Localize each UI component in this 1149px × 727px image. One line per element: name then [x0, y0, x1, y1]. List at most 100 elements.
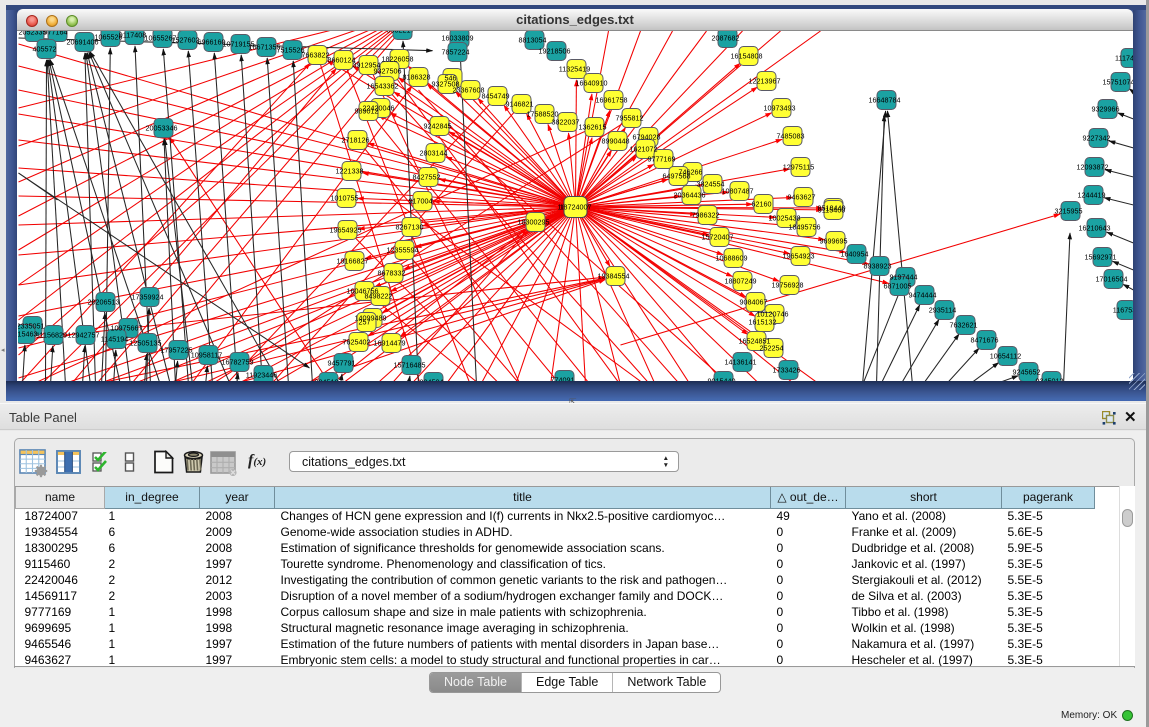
- svg-text:7857224: 7857224: [441, 47, 469, 56]
- svg-text:9463627: 9463627: [787, 192, 815, 201]
- svg-text:9146821: 9146821: [505, 99, 533, 108]
- svg-text:2935114: 2935114: [928, 305, 955, 314]
- svg-text:6794028: 6794028: [632, 132, 660, 141]
- svg-text:1221338: 1221338: [335, 166, 363, 175]
- svg-text:20053346: 20053346: [145, 123, 177, 132]
- svg-text:1244419: 1244419: [1077, 190, 1105, 199]
- svg-text:7955812: 7955812: [615, 113, 643, 122]
- svg-text:1621072: 1621072: [629, 144, 657, 153]
- svg-text:824504: 824504: [419, 377, 443, 381]
- svg-text:11923446: 11923446: [245, 370, 276, 379]
- svg-text:8938923: 8938923: [863, 261, 891, 270]
- svg-text:9117408: 9117408: [118, 31, 145, 39]
- svg-text:8813054: 8813054: [518, 35, 546, 44]
- svg-text:917004: 917004: [408, 196, 432, 205]
- svg-text:12942757: 12942757: [67, 330, 99, 339]
- svg-text:10958117: 10958117: [190, 350, 221, 359]
- svg-text:9345012: 9345012: [1035, 376, 1063, 381]
- svg-text:1117408: 1117408: [1115, 53, 1133, 62]
- svg-text:1640954: 1640954: [840, 249, 868, 258]
- svg-text:989012: 989012: [354, 106, 378, 115]
- svg-text:16961758: 16961758: [595, 95, 627, 104]
- svg-text:8427552: 8427552: [412, 172, 440, 181]
- svg-text:405572: 405572: [32, 44, 56, 53]
- svg-text:9777169: 9777169: [647, 154, 675, 163]
- svg-text:116753: 116753: [1112, 305, 1133, 314]
- svg-text:19654923: 19654923: [782, 251, 814, 260]
- svg-text:3915463: 3915463: [18, 329, 37, 338]
- svg-text:23367608: 23367608: [452, 85, 484, 94]
- svg-text:2718126: 2718126: [341, 135, 369, 144]
- svg-text:12975115: 12975115: [782, 162, 813, 171]
- svg-text:18300295: 18300295: [517, 217, 549, 226]
- svg-text:8267130: 8267130: [395, 222, 423, 231]
- svg-text:15716485: 15716485: [393, 360, 425, 369]
- svg-text:10973493: 10973493: [763, 103, 795, 112]
- svg-text:19384554: 19384554: [597, 271, 629, 280]
- svg-text:1362615: 1362615: [578, 122, 606, 131]
- svg-text:9327506: 9327506: [373, 66, 401, 75]
- svg-text:1010755: 1010755: [330, 193, 358, 202]
- svg-text:774091: 774091: [550, 375, 574, 381]
- svg-text:9245652: 9245652: [1012, 367, 1040, 376]
- svg-text:18495756: 18495756: [788, 222, 820, 231]
- svg-text:16914479: 16914479: [373, 338, 405, 347]
- svg-text:10025438: 10025438: [768, 213, 800, 222]
- svg-text:12355594: 12355594: [386, 245, 418, 254]
- svg-text:252254: 252254: [759, 343, 783, 352]
- svg-text:12093872: 12093872: [1076, 162, 1108, 171]
- svg-text:16640910: 16640910: [575, 78, 607, 87]
- svg-text:7663822: 7663822: [301, 50, 329, 59]
- svg-text:62160: 62160: [751, 199, 771, 208]
- svg-text:17957225: 17957225: [160, 345, 192, 354]
- svg-text:3215955: 3215955: [1054, 206, 1082, 215]
- svg-text:6497568: 6497568: [662, 171, 690, 180]
- svg-text:17359924: 17359924: [131, 292, 163, 301]
- svg-text:9015440: 9015440: [707, 376, 735, 381]
- svg-text:10688609: 10688609: [715, 253, 747, 262]
- svg-text:19756928: 19756928: [771, 280, 803, 289]
- svg-text:12213967: 12213967: [748, 76, 780, 85]
- svg-text:9329966: 9329966: [1091, 104, 1119, 113]
- svg-text:16154808: 16154808: [730, 51, 762, 60]
- svg-text:7632621: 7632621: [949, 320, 977, 329]
- svg-text:12505135: 12505135: [129, 338, 161, 347]
- svg-text:904510: 904510: [314, 377, 338, 381]
- svg-text:16033809: 16033809: [441, 33, 473, 42]
- svg-text:6871005: 6871005: [883, 281, 911, 290]
- svg-text:8990448: 8990448: [601, 136, 629, 145]
- svg-text:18807249: 18807249: [724, 276, 756, 285]
- svg-text:9902217: 9902217: [386, 31, 414, 34]
- svg-text:10807487: 10807487: [721, 186, 753, 195]
- svg-text:14136141: 14136141: [724, 357, 756, 366]
- svg-text:9084067: 9084067: [739, 297, 767, 306]
- svg-text:1733426: 1733426: [772, 365, 800, 374]
- svg-text:18724007: 18724007: [559, 202, 591, 211]
- svg-text:3822037: 3822037: [551, 117, 579, 126]
- svg-text:7515526: 7515526: [276, 45, 304, 54]
- svg-text:9242845: 9242845: [423, 121, 451, 130]
- svg-text:1527602: 1527602: [171, 35, 199, 44]
- svg-text:15720407: 15720407: [701, 232, 733, 241]
- svg-text:20364436: 20364436: [673, 190, 705, 199]
- svg-text:977164: 977164: [43, 31, 67, 36]
- svg-text:257: 257: [358, 317, 370, 326]
- svg-text:16782759: 16782759: [221, 357, 253, 366]
- svg-text:7986322: 7986322: [691, 210, 719, 219]
- svg-text:19654925: 19654925: [329, 225, 361, 234]
- svg-text:8186328: 8186328: [402, 72, 430, 81]
- svg-text:11325419: 11325419: [558, 64, 589, 73]
- svg-text:8678332: 8678332: [377, 268, 405, 277]
- svg-text:2087682: 2087682: [711, 33, 739, 42]
- svg-text:8660124: 8660124: [327, 55, 355, 64]
- svg-text:18226058: 18226058: [381, 54, 413, 63]
- svg-text:19166827: 19166827: [336, 256, 368, 265]
- svg-text:16543362: 16543362: [366, 81, 398, 90]
- svg-text:3824554: 3824554: [696, 179, 724, 188]
- svg-text:9699695: 9699695: [819, 236, 847, 245]
- svg-text:9457791: 9457791: [327, 358, 355, 367]
- svg-text:10975667: 10975667: [110, 323, 142, 332]
- svg-text:9197444: 9197444: [889, 272, 917, 281]
- svg-text:15692971: 15692971: [1084, 252, 1116, 261]
- svg-text:20206513: 20206513: [87, 297, 119, 306]
